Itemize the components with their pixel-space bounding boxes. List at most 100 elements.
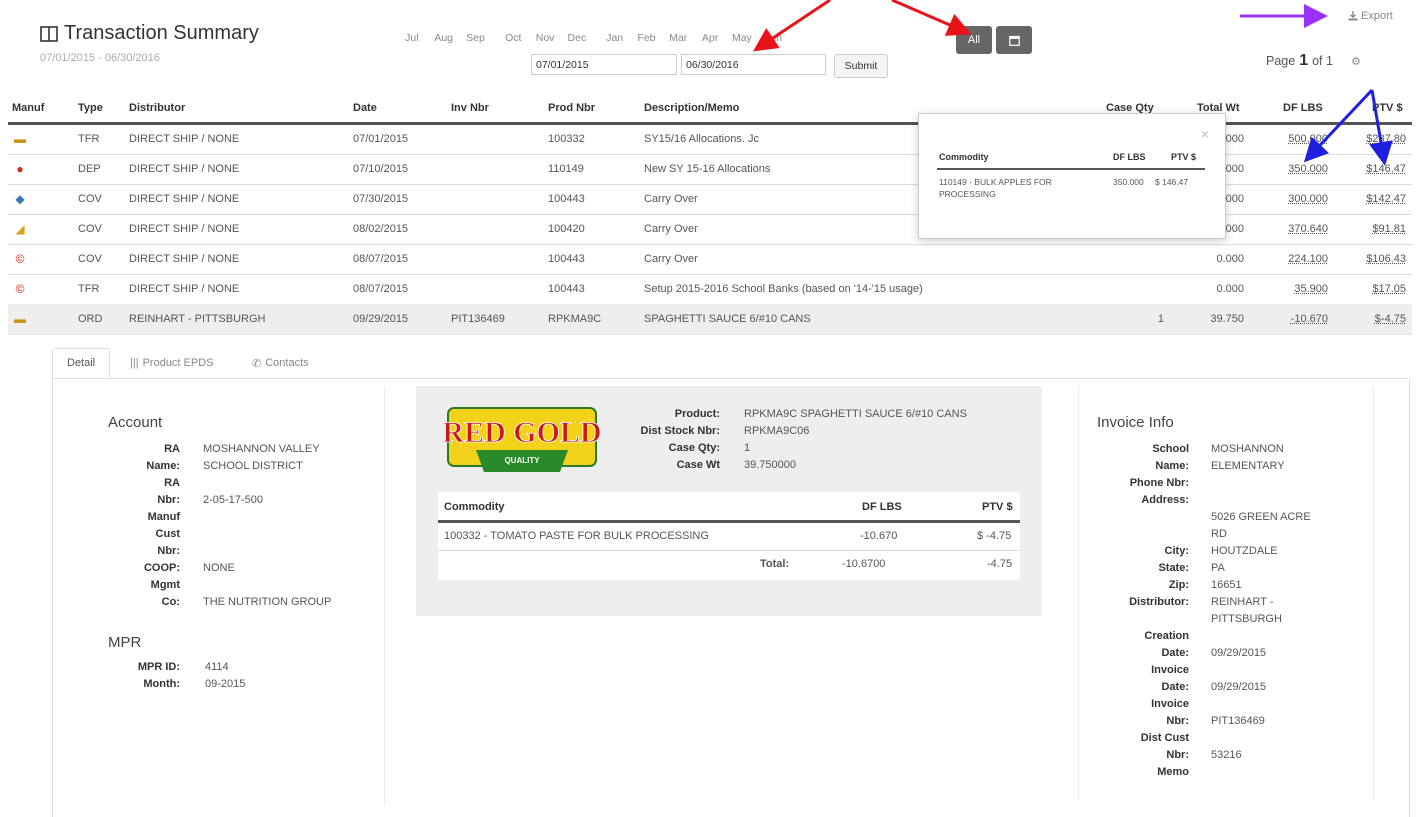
school-label-1: School: [1152, 443, 1189, 455]
month-may[interactable]: May: [726, 31, 758, 45]
inv-nbr-label-1: Invoice: [1151, 698, 1189, 710]
product-label: Product:: [674, 408, 720, 420]
distributor-2: PITTSBURGH: [1211, 613, 1282, 625]
dist-cust-value: 53216: [1211, 749, 1242, 761]
cell-date: 07/01/2015: [353, 133, 409, 145]
month-sep[interactable]: Sep: [460, 31, 492, 45]
col-prod-nbr[interactable]: Prod Nbr: [548, 102, 595, 114]
cell-date: 08/07/2015: [353, 283, 409, 295]
cell-df[interactable]: 35.900: [1294, 283, 1328, 295]
tab-contacts-label: Contacts: [265, 357, 309, 369]
cell-df[interactable]: 370.640: [1288, 223, 1328, 235]
cell-ptv[interactable]: $91.81: [1372, 223, 1406, 235]
inv-date-value: 09/29/2015: [1211, 681, 1267, 693]
product-value: RPKMA9C SPAGHETTI SAUCE 6/#10 CANS: [744, 408, 967, 420]
waffle-icon: ▬: [14, 312, 26, 326]
red-arrow-2: [891, 0, 972, 36]
ra-nbr-label-1: RA: [164, 477, 180, 489]
cell-desc: Setup 2015-2016 School Banks (based on '…: [644, 283, 923, 295]
col-df-lbs[interactable]: DF LBS: [1283, 102, 1323, 114]
col-type[interactable]: Type: [78, 102, 103, 114]
phone-label: Phone Nbr:: [1129, 477, 1189, 489]
cell-type: TFR: [78, 133, 100, 145]
month-nov[interactable]: Nov: [529, 31, 561, 45]
cell-ptv[interactable]: $146.47: [1366, 163, 1406, 175]
col-description[interactable]: Description/Memo: [644, 102, 739, 114]
city-label: City:: [1164, 545, 1189, 557]
table-row[interactable]: © COV DIRECT SHIP / NONE 08/07/2015 100443 Ca…: [8, 244, 1412, 275]
export-link[interactable]: Export: [1348, 10, 1393, 22]
month-dec[interactable]: Dec: [561, 31, 593, 45]
cell-wt: 0.000: [1216, 253, 1244, 265]
school-2: ELEMENTARY: [1211, 460, 1285, 472]
manuf-cust-label-1: Manuf: [147, 511, 180, 523]
zip-label: Zip:: [1168, 579, 1189, 591]
popover-col-df: DF LBS: [1113, 152, 1146, 162]
inv-date-label-1: Invoice: [1151, 664, 1189, 676]
end-date-input[interactable]: [681, 54, 826, 75]
col-inv-nbr[interactable]: Inv Nbr: [451, 102, 489, 114]
table-row[interactable]: © TFR DIRECT SHIP / NONE 08/07/2015 100443 Se…: [8, 274, 1412, 305]
month-jan[interactable]: Jan: [599, 31, 631, 45]
col-manuf[interactable]: Manuf: [12, 102, 44, 114]
dist-stock-label: Dist Stock Nbr:: [640, 425, 720, 437]
gear-icon[interactable]: ⚙: [1351, 55, 1361, 68]
coop-value: NONE: [203, 562, 235, 574]
cell-distributor: DIRECT SHIP / NONE: [129, 163, 240, 175]
cell-ptv[interactable]: $142.47: [1366, 193, 1406, 205]
month-jun[interactable]: Jun: [758, 31, 790, 45]
cheese-icon: ◢: [15, 222, 25, 236]
month-mar[interactable]: Mar: [662, 31, 694, 45]
tab-detail[interactable]: Detail: [52, 348, 111, 378]
cell-ptv[interactable]: $17.05: [1372, 283, 1406, 295]
state-label: State:: [1158, 562, 1189, 574]
address-1: 5026 GREEN ACRE: [1211, 511, 1311, 523]
cell-wt: 0.000: [1216, 283, 1244, 295]
cell-df[interactable]: 500.000: [1288, 133, 1328, 145]
all-months-button[interactable]: All: [956, 26, 992, 54]
commodity-popover: × Commodity DF LBS PTV $ 110149 - BULK A…: [918, 113, 1226, 239]
mgmt-value: THE NUTRITION GROUP: [203, 596, 332, 608]
cell-date: 08/02/2015: [353, 223, 409, 235]
close-icon[interactable]: ×: [1201, 126, 1209, 142]
month-aug[interactable]: Aug: [428, 31, 460, 45]
cell-distributor: DIRECT SHIP / NONE: [129, 253, 240, 265]
dist-cust-label-2: Nbr:: [1166, 749, 1189, 761]
city-value: HOUTZDALE: [1211, 545, 1278, 557]
month-jul[interactable]: Jul: [396, 31, 428, 45]
tab-contacts[interactable]: ✆ Contacts: [238, 348, 323, 378]
cell-df[interactable]: -10.670: [1291, 313, 1328, 325]
manuf-cust-label-3: Nbr:: [157, 545, 180, 557]
calendar-button[interactable]: [996, 26, 1032, 54]
commodity-ptv: $ -4.75: [977, 530, 1012, 542]
distributor-label: Distributor:: [1129, 596, 1189, 608]
cell-df[interactable]: 300.000: [1288, 193, 1328, 205]
month-oct[interactable]: Oct: [497, 31, 529, 45]
month-apr[interactable]: Apr: [694, 31, 726, 45]
tab-product-epds[interactable]: ||| Product EPDS: [116, 348, 228, 378]
col-date[interactable]: Date: [353, 102, 377, 114]
start-date-input[interactable]: [531, 54, 677, 75]
waffle-icon: ▬: [14, 132, 26, 146]
total-df: -10.6700: [842, 558, 886, 570]
cell-desc: Carry Over: [644, 193, 698, 205]
copyright-icon: ©: [15, 282, 25, 296]
table-row[interactable]: ▬ ORD REINHART - PITTSBURGH 09/29/2015 PIT13…: [8, 304, 1412, 335]
ra-name-label-1: RA: [164, 443, 180, 455]
month-feb[interactable]: Feb: [631, 31, 663, 45]
cell-ptv[interactable]: $-4.75: [1375, 313, 1406, 325]
submit-button[interactable]: Submit: [834, 54, 888, 78]
address-label: Address:: [1141, 494, 1189, 506]
col-ptv[interactable]: PTV $: [1372, 102, 1403, 114]
cell-ptv[interactable]: $237.80: [1366, 133, 1406, 145]
case-qty-label: Case Qty:: [668, 442, 720, 454]
dist-cust-label-1: Dist Cust: [1140, 732, 1189, 744]
cell-ptv[interactable]: $106.43: [1366, 253, 1406, 265]
col-distributor[interactable]: Distributor: [129, 102, 185, 114]
cell-df[interactable]: 224.100: [1288, 253, 1328, 265]
cell-prod: RPKMA9C: [548, 313, 602, 325]
dist-stock-value: RPKMA9C06: [744, 425, 810, 437]
cell-df[interactable]: 350.000: [1288, 163, 1328, 175]
cell-desc: Carry Over: [644, 253, 698, 265]
cell-inv: PIT136469: [451, 313, 505, 325]
